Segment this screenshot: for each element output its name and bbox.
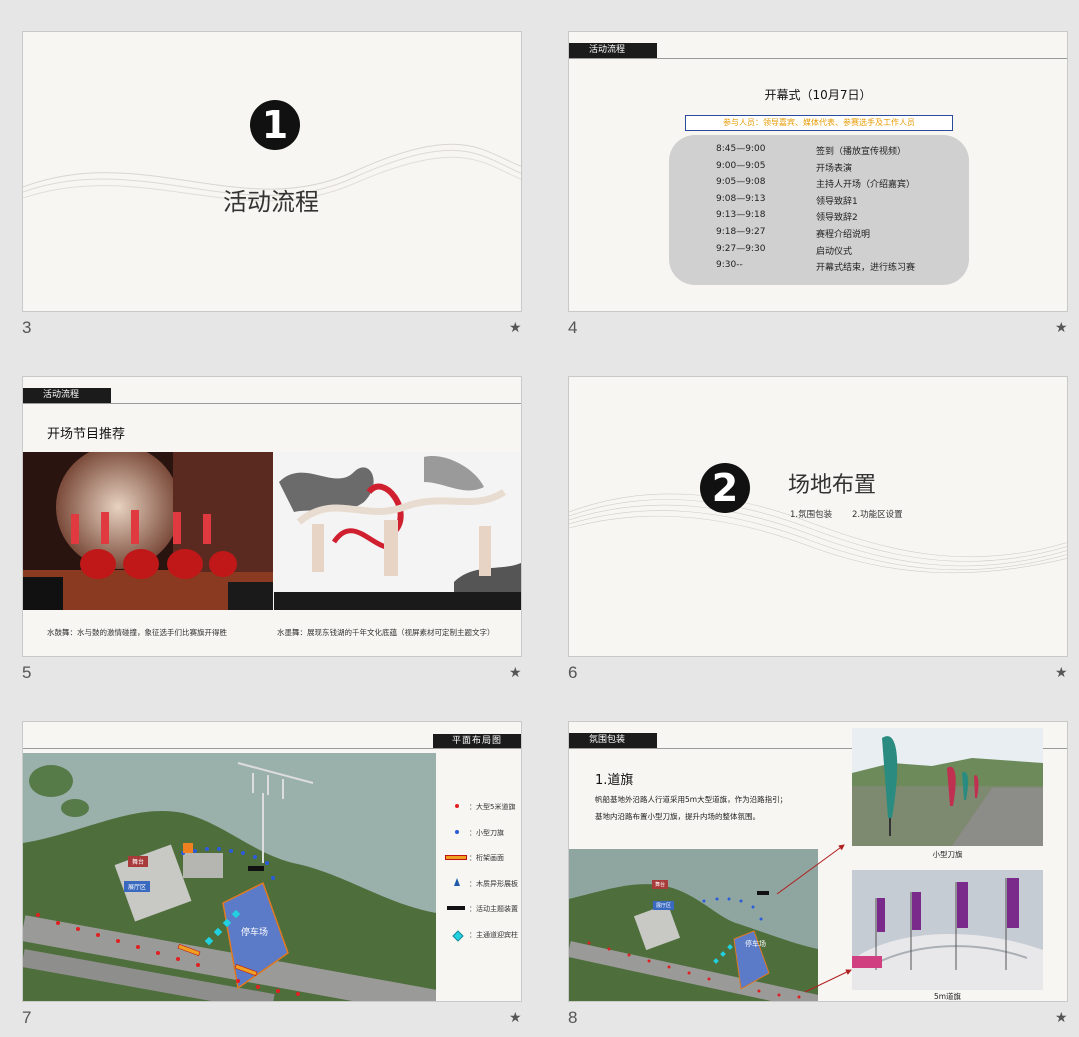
caption-right: 水墨舞：展现东钱湖的千年文化底蕴（视屏素材可定制主题文字） [277,628,495,637]
road-flag-label: 5m道旗 [933,992,962,1001]
slide-number-7: 7 [22,1008,32,1027]
legend-symbol [447,906,465,910]
slide-thumbnail-6[interactable]: 2 场地布置 1.氛围包装 2.功能区设置 [568,376,1068,657]
section-tag: 活动流程 [23,388,111,403]
section-tag: 活动流程 [569,43,657,58]
slide-number-3: 3 [22,318,32,337]
participants-box: 参与人员：领导嘉宾、媒体代表、参赛选手及工作人员 [685,115,953,131]
legend-symbol [454,877,460,886]
star-icon[interactable]: ★ [1055,665,1068,681]
schedule-time: 9:05—9:08 [716,177,766,188]
caption-left: 水鼓舞：水与鼓的激情碰撞，象征选手们比赛旗开得胜 [47,628,227,637]
schedule-item: 领导致辞1 [816,196,858,207]
schedule-time: 9:00—9:05 [716,160,766,171]
slide-title: 开幕式（10月7日） [764,88,872,102]
map-parking-label: 停车场 [241,928,269,938]
schedule-item: 启动仪式 [816,246,853,257]
map-exhibit-label: 展厅区 [124,881,151,892]
drum-dance-photo [23,452,273,610]
header-divider [23,748,521,749]
schedule-item: 开场表演 [816,163,853,174]
star-icon[interactable]: ★ [1055,320,1068,336]
legend-symbol [455,829,459,834]
legend-label: ：主通道迎宾柱 [469,930,518,939]
legend-symbol [445,855,467,860]
legend-symbol [452,929,464,942]
legend-label: ：桁架画面 [469,854,504,862]
slide-thumbnail-5[interactable]: 活动流程 开场节目推荐 水鼓舞：水与鼓的激情碰撞，象征选手们比赛旗开得胜 水墨舞… [22,376,522,657]
header-divider [569,58,1067,59]
star-icon[interactable]: ★ [509,320,522,336]
slide-thumbnail-7[interactable]: 平面布局图 舞台 展厅区 停车场 ：大型5米道旗 ：小型刀旗 ：桁架画面 ：木质… [22,721,522,1002]
star-icon[interactable]: ★ [509,665,522,681]
schedule-item: 主持人开场（介绍嘉宾） [816,180,916,191]
road-flag-photo [852,870,1043,990]
slide-heading: 活动流程 [223,188,319,216]
subtitle-item-2: 2.功能区设置 [852,510,903,520]
blade-flag-label: 小型刀旗 [932,850,963,859]
schedule-item: 赛程介绍说明 [816,230,871,240]
schedule-item: 签到（播放宣传视频） [816,147,907,157]
subtitle-item-1: 1.氛围包装 [790,510,833,520]
schedule-time: 9:27—9:30 [716,243,766,254]
map-stage-label: 舞台 [128,856,149,867]
legend-label: ：活动主题装置 [469,905,518,913]
schedule-item: 领导致辞2 [816,213,858,224]
star-icon[interactable]: ★ [1055,1010,1068,1026]
slide-thumbnail-3[interactable]: 1 活动流程 [22,31,522,312]
schedule-time: 9:13—9:18 [716,210,766,221]
slide-number-8: 8 [568,1008,578,1027]
slide-number-5: 5 [22,663,32,682]
slide-thumbnail-4[interactable]: 活动流程 开幕式（10月7日） 参与人员：领导嘉宾、媒体代表、参赛选手及工作人员… [568,31,1068,312]
schedule-time: 9:18—9:27 [716,227,766,237]
slide-heading: 场地布置 [788,473,877,498]
slide-title: 开场节目推荐 [47,427,126,442]
legend-label: ：大型5米道旗 [469,803,516,811]
header-divider [23,403,521,404]
section-tag: 平面布局图 [433,734,521,748]
legend-symbol [455,804,459,808]
section-number-badge: 2 [700,463,750,513]
star-icon[interactable]: ★ [509,1010,522,1026]
ink-dance-photo [274,452,521,610]
schedule-item: 开幕式结束，进行练习赛 [816,263,916,274]
schedule-time: 8:45—9:00 [716,144,766,154]
legend-label: ：小型刀旗 [469,828,504,837]
schedule-panel: 8:45—9:00 签到（播放宣传视频） 9:00—9:05 开场表演 9:05—9:0… [669,135,969,285]
slide-number-6: 6 [568,663,578,682]
slide-number-4: 4 [568,318,578,337]
aerial-site-map: 舞台 展厅区 停车场 [23,753,436,1001]
schedule-time: 9:08—9:13 [716,193,766,204]
schedule-time: 9:30-- [716,260,743,271]
section-number-badge: 1 [250,100,300,150]
legend-label: ：木质异形展板 [469,879,518,888]
map-legend: ：大型5米道旗 ：小型刀旗 ：桁架画面 ：木质异形展板 ：活动主题装置 ：主通道迎宾柱 [441,802,521,952]
blade-flag-photo [852,728,1043,846]
slide-thumbnail-8[interactable]: 氛围包装 1.道旗 帆船基地外沿路人行道采用5m大型道旗，作为沿路指引； 基地内… [568,721,1068,1002]
